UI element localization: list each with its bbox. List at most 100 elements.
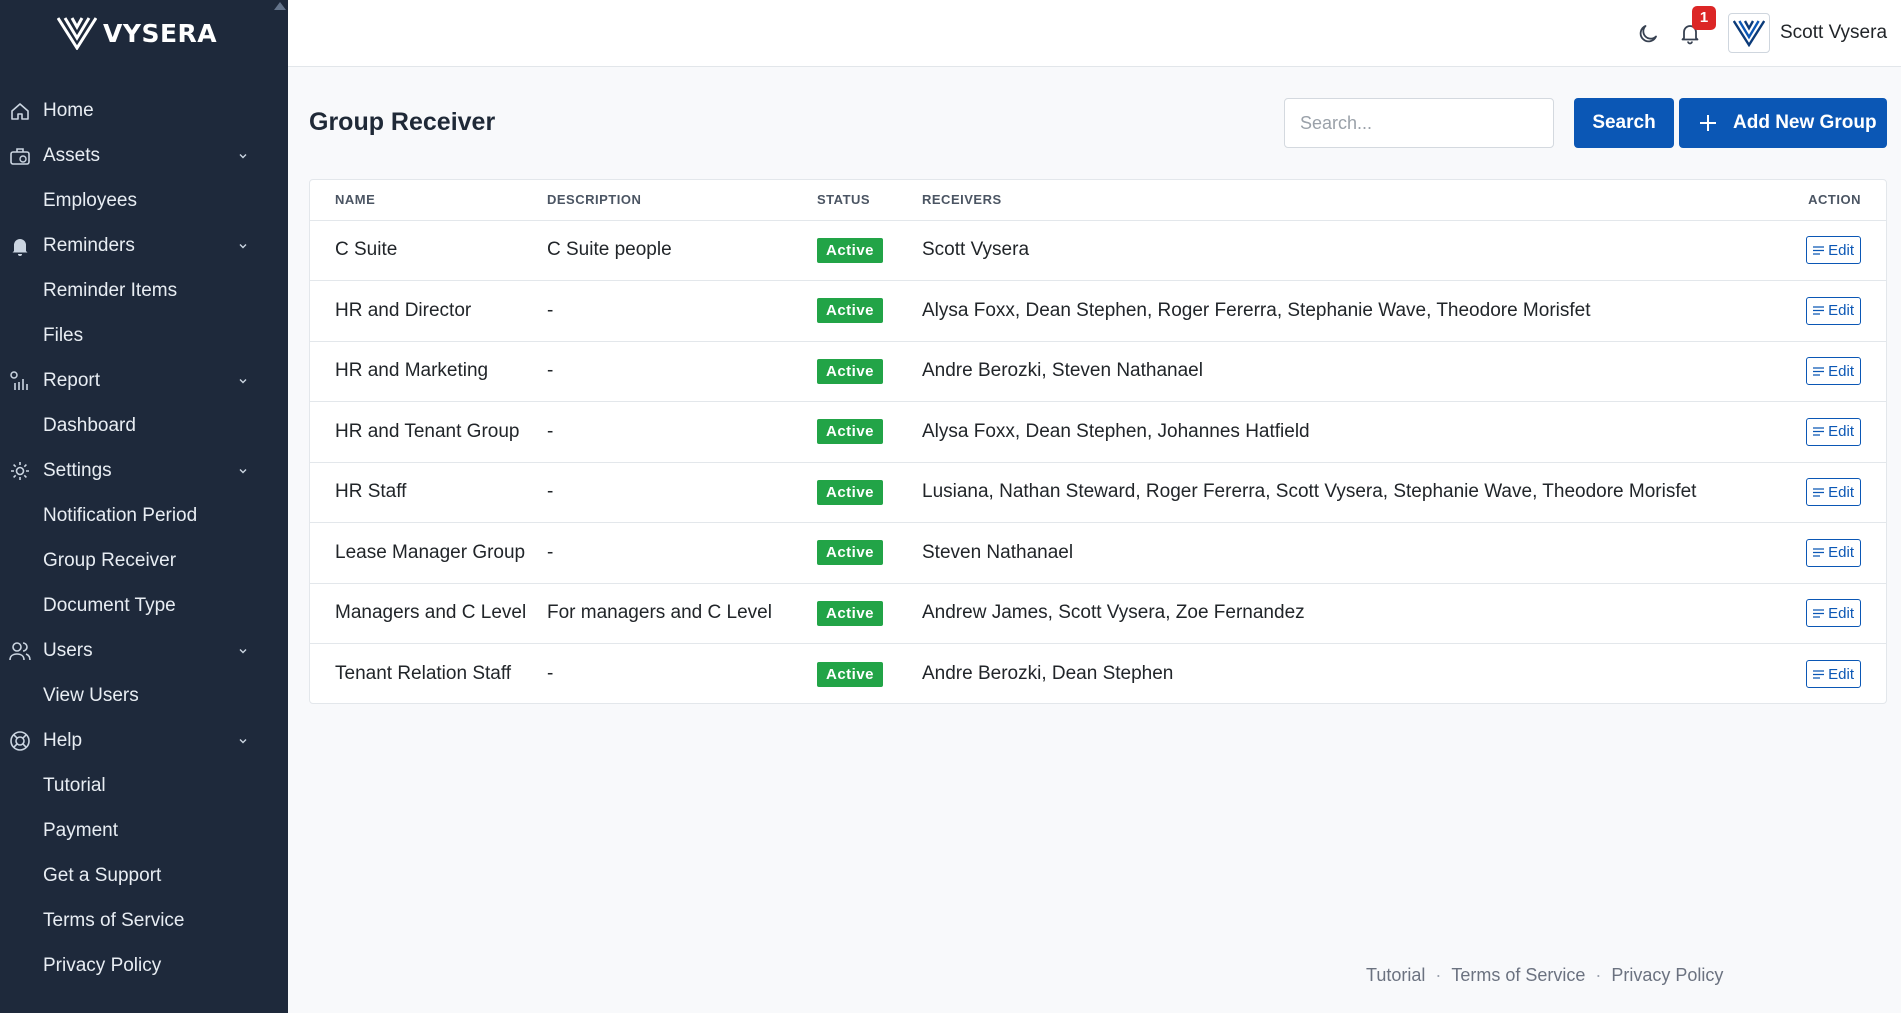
add-new-group-button[interactable]: Add New Group [1679,98,1887,148]
sidebar-item-label: Home [43,99,94,121]
group-status-cell: Active [817,401,922,463]
search-input[interactable] [1284,98,1554,148]
group-action-cell: Edit [1781,583,1886,644]
table-row: Lease Manager Group - Active Steven Nath… [310,522,1886,584]
sidebar-item-reminder-items[interactable]: Reminder Items [0,268,288,313]
sidebar-item-get-a-support[interactable]: Get a Support [0,853,288,898]
footer: Tutorial · Terms of Service · Privacy Policy [1366,965,1723,986]
sidebar-item-files[interactable]: Files [0,313,288,358]
edit-button[interactable]: Edit [1806,417,1861,446]
edit-button-label: Edit [1828,362,1854,380]
sidebar-item-settings[interactable]: Settings [0,448,288,493]
sidebar-item-notification-period[interactable]: Notification Period [0,493,288,538]
edit-button[interactable]: Edit [1806,478,1861,507]
group-description-cell: For managers and C Level [547,583,817,644]
page-title: Group Receiver [309,108,496,136]
table-row: HR and Marketing - Active Andre Berozki,… [310,341,1886,402]
group-description-cell: - [547,280,817,342]
notification-count-badge[interactable]: 1 [1692,6,1716,30]
status-badge: Active [817,661,884,687]
group-status-cell: Active [817,522,922,584]
group-receivers-cell: Andre Berozki, Steven Nathanael [922,341,1781,402]
sidebar-item-assets[interactable]: Assets [0,133,288,178]
sidebar-item-label: Privacy Policy [43,954,162,976]
edit-button[interactable]: Edit [1806,236,1861,265]
col-header-receivers[interactable]: RECEIVERS [922,180,1781,221]
sidebar-item-label: Report [43,369,101,391]
sidebar-item-view-users[interactable]: View Users [0,673,288,718]
group-receivers-cell: Andrew James, Scott Vysera, Zoe Fernande… [922,583,1781,644]
group-receivers-cell: Andre Berozki, Dean Stephen [922,663,1174,684]
sidebar-item-terms-of-service[interactable]: Terms of Service [0,898,288,943]
sidebar-item-dashboard[interactable]: Dashboard [0,403,288,448]
sidebar-item-report[interactable]: Report [0,358,288,403]
group-receivers-cell: Lusiana, Nathan Steward, Roger Fererra, … [922,462,1781,523]
edit-button[interactable]: Edit [1806,538,1861,567]
status-badge: Active [817,600,884,626]
sidebar-item-home[interactable]: Home [0,88,288,133]
sidebar-item-label: Notification Period [43,504,198,526]
moon-icon[interactable] [1636,22,1660,46]
chevron-down-icon[interactable] [238,646,248,656]
sidebar-item-users[interactable]: Users [0,628,288,673]
sidebar-item-reminders[interactable]: Reminders [0,223,288,268]
sidebar-item-label: Group Receiver [43,549,177,571]
edit-button[interactable]: Edit [1806,599,1861,628]
sidebar-item-help[interactable]: Help [0,718,288,763]
group-name-cell: C Suite [310,220,547,281]
footer-separator: · [1435,965,1442,985]
group-action-cell: Edit [1781,341,1886,402]
list-lines-icon [1813,669,1825,679]
group-name-cell: HR and Marketing [310,341,547,402]
brand-logo-link[interactable]: VYSERA [57,16,217,50]
sidebar-item-label: View Users [43,684,139,706]
sidebar-item-privacy-policy[interactable]: Privacy Policy [0,943,288,988]
sidebar-item-label: Payment [43,819,118,841]
col-header-description[interactable]: DESCRIPTION [547,180,817,221]
lifebuoy-icon [10,731,30,751]
footer-link-tutorial[interactable]: Tutorial [1366,965,1425,986]
edit-button-label: Edit [1828,423,1854,441]
sidebar-item-label: Help [43,729,83,751]
status-badge: Active [817,358,884,384]
group-receivers-cell: Scott Vysera [922,220,1781,281]
status-badge: Active [817,237,884,263]
sidebar: VYSERA Home Assets Employees Reminders Remin… [0,0,288,1013]
group-action-cell: Edit [1781,401,1886,463]
sidebar-item-document-type[interactable]: Document Type [0,583,288,628]
col-header-name[interactable]: NAME [310,180,547,221]
sidebar-item-label: Dashboard [43,414,136,436]
edit-button[interactable]: Edit [1806,660,1861,688]
group-table: NAME DESCRIPTION STATUS RECEIVERS ACTION… [310,180,1886,704]
footer-link-terms-of-service[interactable]: Terms of Service [1451,965,1585,986]
sidebar-item-payment[interactable]: Payment [0,808,288,853]
sidebar-item-employees[interactable]: Employees [0,178,288,223]
sidebar-item-tutorial[interactable]: Tutorial [0,763,288,808]
group-name-cell: Tenant Relation Staff [335,663,512,684]
chevron-down-icon[interactable] [238,376,248,386]
sidebar-item-label: Reminders [43,234,135,256]
sidebar-item-label: Files [43,324,84,346]
list-lines-icon [1813,548,1825,557]
avatar[interactable] [1728,13,1770,53]
chevron-down-icon[interactable] [238,736,248,746]
footer-link-privacy-policy[interactable]: Privacy Policy [1611,965,1723,986]
edit-button-label: Edit [1828,302,1854,320]
search-button[interactable]: Search [1574,98,1674,148]
edit-button[interactable]: Edit [1806,357,1861,386]
sidebar-item-group-receiver[interactable]: Group Receiver [0,538,288,583]
col-header-status[interactable]: STATUS [817,180,922,221]
group-description-cell: - [547,663,554,684]
sidebar-item-label: Tutorial [43,774,106,796]
chevron-down-icon[interactable] [238,241,248,251]
table-row: Managers and C Level For managers and C … [310,583,1886,644]
add-new-group-label: Add New Group [1733,112,1877,133]
chevron-down-icon[interactable] [238,151,248,161]
status-badge: Active [817,298,884,324]
status-badge: Active [817,479,884,505]
edit-button-label: Edit [1828,483,1854,501]
chevron-down-icon[interactable] [238,466,248,476]
user-name[interactable]: Scott Vysera [1780,22,1887,44]
scroll-up-arrow-icon[interactable] [274,2,286,10]
edit-button[interactable]: Edit [1806,296,1861,325]
